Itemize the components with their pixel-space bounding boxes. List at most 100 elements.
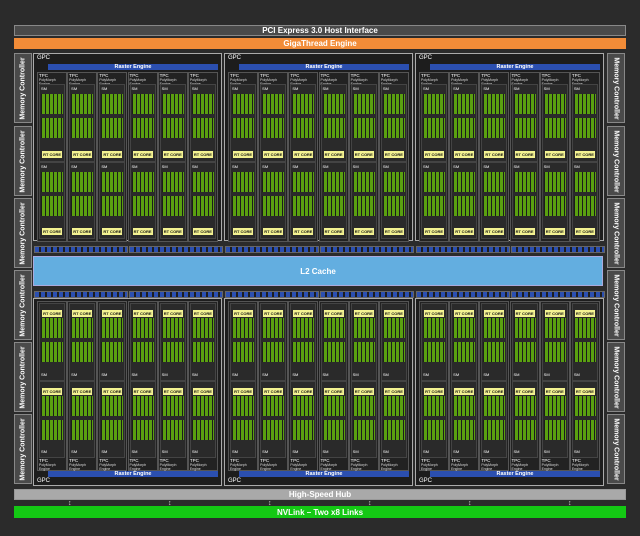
rt-core: RT CORE <box>353 228 374 235</box>
cuda-cores <box>453 318 476 338</box>
cuda-cores <box>41 171 64 192</box>
cuda-cores <box>232 195 255 216</box>
sm-label: SM <box>71 163 78 169</box>
sm-label: SM <box>483 86 490 91</box>
sm-block: SM RT CORE <box>290 303 317 381</box>
sm-label: SM <box>483 449 490 454</box>
sm-label: SM <box>232 449 238 454</box>
cuda-cores <box>352 342 375 362</box>
rt-core: RT CORE <box>132 228 153 235</box>
sm-label: SM <box>101 86 108 91</box>
rt-core: RT CORE <box>424 310 445 317</box>
sm-label: SM <box>513 163 520 169</box>
cuda-cores <box>262 171 285 192</box>
cuda-cores <box>262 419 285 440</box>
cuda-cores <box>191 342 214 362</box>
gigathread-label: GigaThread Engine <box>283 39 357 48</box>
cuda-cores <box>71 342 94 362</box>
sm-label: SM <box>262 163 269 169</box>
sm-block: SM RT CORE <box>320 380 347 458</box>
tpc-block: TPCPolyMorph EngineSMRT CORESMRT CORE <box>67 301 98 471</box>
bidirectional-arrow-icon: ↕ <box>568 500 572 507</box>
rt-core: RT CORE <box>293 310 314 317</box>
tpc-block: TPCPolyMorph EngineSMRT CORESMRT CORE <box>318 301 349 471</box>
cuda-cores <box>232 118 255 138</box>
tpc-block: TPCPolyMorph EngineSMRT CORESMRT CORE <box>37 72 68 242</box>
crossbar <box>511 291 605 298</box>
sm-label: SM <box>322 449 329 454</box>
sm-label: SM <box>382 449 389 454</box>
rt-core: RT CORE <box>233 150 254 158</box>
sm-label: SM <box>453 371 460 377</box>
crossbar <box>225 291 319 298</box>
rt-core: RT CORE <box>424 228 445 235</box>
tpc-block: TPCPolyMorph EngineSMRT CORESMRT CORE <box>37 301 68 471</box>
sm-label: SM <box>161 449 168 454</box>
sm-label: SM <box>71 371 78 377</box>
cuda-cores <box>262 94 285 114</box>
gpc-label: GPC <box>419 55 433 61</box>
rt-core: RT CORE <box>42 310 63 317</box>
cuda-cores <box>423 171 446 192</box>
tpc-block: TPCPolyMorph EngineSMRT CORESMRT CORE <box>449 301 480 471</box>
sm-label: SM <box>161 86 168 91</box>
sm-block: SM RT CORE <box>230 380 257 458</box>
rt-core: RT CORE <box>263 228 284 235</box>
sm-block: SM RT CORE <box>320 303 347 381</box>
cuda-cores <box>232 342 255 362</box>
sm-block: SM RT CORE <box>541 303 568 381</box>
l2-cache-label: L2 Cache <box>300 266 336 276</box>
polymorph-engine: PolyMorph Engine <box>541 463 559 471</box>
cuda-cores <box>262 342 285 362</box>
gpc-block: GPCRaster EngineTPCPolyMorph EngineSMRT … <box>33 53 222 242</box>
sm-label: SM <box>453 86 460 91</box>
raster-engine: Raster Engine <box>48 471 218 477</box>
pcie-label: PCI Express 3.0 Host Interface <box>262 26 378 35</box>
cuda-cores <box>513 171 536 192</box>
cuda-cores <box>352 118 375 138</box>
cuda-cores <box>543 118 566 138</box>
rt-core: RT CORE <box>102 310 123 317</box>
sm-block: SM RT CORE <box>39 161 66 239</box>
memory-controller-label: Memory Controller <box>612 273 620 337</box>
cuda-cores <box>41 342 64 362</box>
cuda-cores <box>352 318 375 338</box>
cuda-cores <box>382 195 405 216</box>
raster-engine: Raster Engine <box>239 471 409 477</box>
tpc-block: TPCPolyMorph EngineSMRT CORESMRT CORE <box>348 301 379 471</box>
sm-label: SM <box>453 163 460 169</box>
sm-block: SM RT CORE <box>260 161 287 239</box>
tpc-block: TPCPolyMorph EngineSMRT CORESMRT CORE <box>449 72 480 242</box>
memory-controller-label: Memory Controller <box>612 56 620 120</box>
sm-block: SM RT CORE <box>69 303 96 381</box>
rt-core: RT CORE <box>132 150 153 158</box>
cuda-cores <box>131 118 154 138</box>
cuda-cores <box>573 342 596 362</box>
memory-controller: Memory Controller <box>607 270 625 340</box>
cuda-cores <box>513 118 536 138</box>
memory-controller: Memory Controller <box>607 198 625 268</box>
tpc-block: TPCPolyMorph EngineSMRT CORESMRT CORE <box>228 301 259 471</box>
rt-core: RT CORE <box>162 228 183 235</box>
polymorph-engine: PolyMorph Engine <box>99 463 117 471</box>
bidirectional-arrow-icon: ↕ <box>268 500 272 507</box>
polymorph-engine: PolyMorph Engine <box>39 463 56 471</box>
sm-label: SM <box>382 163 389 169</box>
rt-core: RT CORE <box>233 387 254 395</box>
sm-block: SM RT CORE <box>511 161 538 239</box>
sm-label: SM <box>513 86 520 91</box>
sm-block: SM RT CORE <box>189 161 216 239</box>
rt-core: RT CORE <box>233 228 254 235</box>
l2-cache: L2 Cache <box>33 256 603 286</box>
cuda-cores <box>71 318 94 338</box>
sm-block: SM RT CORE <box>189 303 216 381</box>
gpc-block: GPCRaster EngineTPCPolyMorph EngineSMRT … <box>224 53 413 242</box>
cuda-cores <box>71 395 94 416</box>
nvlink: NVLink – Two x8 Links <box>14 506 626 518</box>
sm-label: SM <box>453 449 460 454</box>
high-speed-hub: High-Speed Hub <box>14 489 626 500</box>
rt-core: RT CORE <box>544 387 565 395</box>
tpc-block: TPCPolyMorph EngineSMRT CORESMRT CORE <box>288 72 319 242</box>
rt-core: RT CORE <box>484 228 505 235</box>
cuda-cores <box>453 342 476 362</box>
